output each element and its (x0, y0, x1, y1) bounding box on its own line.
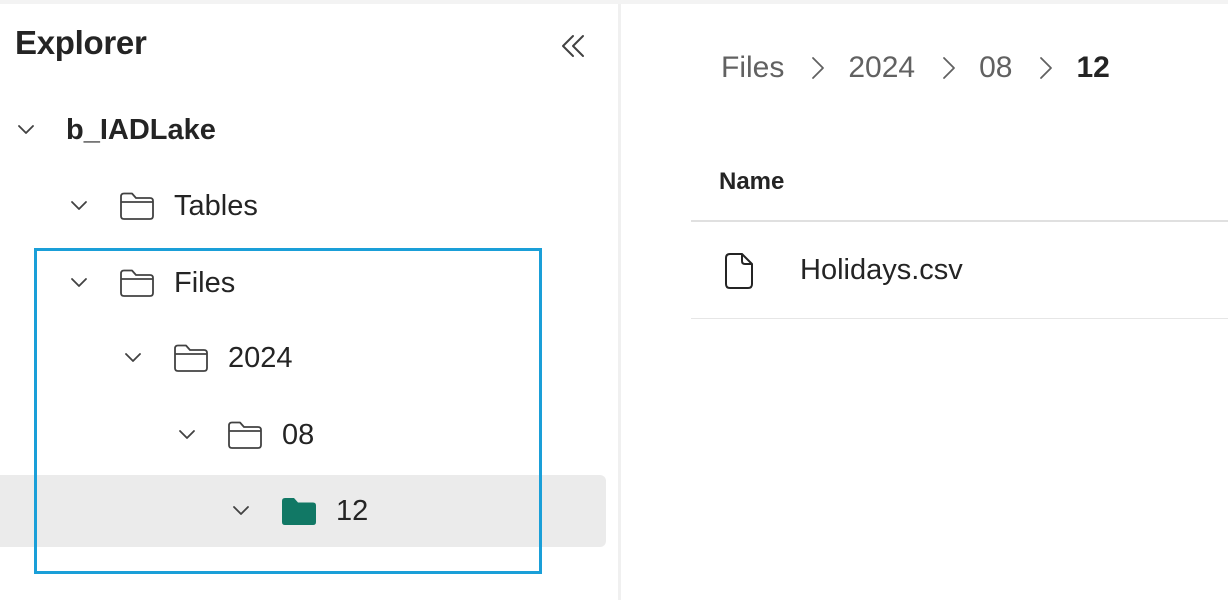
tree-item-lakehouse[interactable]: b_IADLake (0, 94, 606, 166)
chevron-down-icon[interactable] (14, 118, 38, 142)
tree-item-label: 08 (282, 419, 315, 451)
tree-item-label: b_IADLake (66, 114, 216, 146)
tree-item-label: 12 (336, 495, 369, 527)
folder-filled-icon (280, 495, 318, 527)
folder-outline-icon (226, 419, 264, 451)
chevron-down-icon[interactable] (175, 423, 199, 447)
folder-outline-icon (172, 342, 210, 374)
document-icon (724, 252, 754, 290)
chevron-right-icon (938, 56, 960, 80)
tree-item-08[interactable]: 08 (0, 399, 606, 471)
lakehouse-explorer-app: Explorer b_IADLake Tables Files 2024 08 … (0, 0, 1228, 600)
chevron-down-icon[interactable] (67, 271, 91, 295)
explorer-title: Explorer (15, 24, 147, 61)
double-chevron-left-icon (562, 35, 584, 57)
breadcrumb: Files 2024 08 12 (721, 46, 1110, 90)
pane-divider[interactable] (618, 4, 621, 600)
breadcrumb-item-08[interactable]: 08 (979, 51, 1012, 85)
chevron-down-icon[interactable] (67, 194, 91, 218)
breadcrumb-item-12: 12 (1076, 51, 1110, 84)
chevron-down-icon[interactable] (229, 499, 253, 523)
tree-item-tables[interactable]: Tables (0, 170, 606, 242)
chevron-right-icon (1035, 56, 1057, 80)
tree-item-label: 2024 (228, 342, 293, 374)
tree-item-12[interactable]: 12 (0, 475, 606, 547)
chevron-right-icon (807, 56, 829, 80)
tree-item-files[interactable]: Files (0, 247, 606, 319)
collapse-explorer-button[interactable] (555, 28, 591, 64)
file-name: Holidays.csv (800, 254, 963, 286)
folder-outline-icon (118, 190, 156, 222)
breadcrumb-item-files[interactable]: Files (721, 51, 784, 85)
folder-outline-icon (118, 267, 156, 299)
file-row[interactable]: Holidays.csv (691, 222, 1228, 319)
chevron-down-icon[interactable] (121, 346, 145, 370)
breadcrumb-item-2024[interactable]: 2024 (848, 51, 915, 85)
tree-item-label: Files (174, 267, 236, 299)
column-header-name[interactable]: Name (719, 168, 784, 196)
tree-item-2024[interactable]: 2024 (0, 322, 606, 394)
tree-item-label: Tables (174, 190, 258, 222)
